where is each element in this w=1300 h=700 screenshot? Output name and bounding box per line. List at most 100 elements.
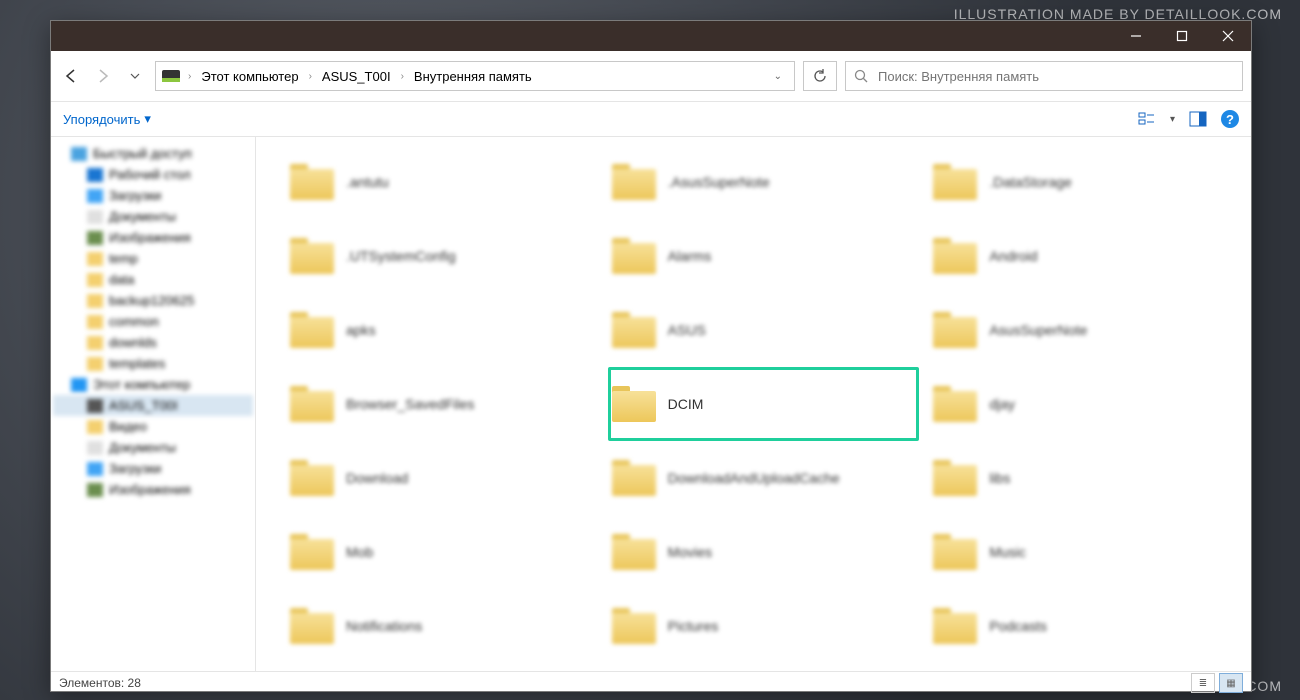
sidebar-item[interactable]: Рабочий стол [53, 164, 253, 185]
status-bar: Элементов: 28 ≣ ▦ [51, 671, 1251, 694]
folder-item[interactable]: DownloadAndUploadCache [608, 441, 920, 515]
sidebar-item[interactable]: Изображения [53, 227, 253, 248]
folder-item[interactable]: AsusSuperNote [929, 293, 1241, 367]
folder-item[interactable]: apks [286, 293, 598, 367]
minimize-button[interactable] [1113, 21, 1159, 51]
chevron-down-icon[interactable]: ▾ [1170, 114, 1175, 125]
refresh-button[interactable] [803, 61, 837, 91]
sidebar-item[interactable]: Видео [53, 416, 253, 437]
details-view-button[interactable]: ≣ [1191, 673, 1215, 693]
forward-button[interactable] [91, 64, 115, 88]
folder-item[interactable]: Android [929, 219, 1241, 293]
fold-icon [87, 420, 103, 434]
sidebar-item-label: Загрузки [109, 188, 161, 203]
sidebar-item[interactable]: Документы [53, 437, 253, 458]
device-icon [162, 70, 180, 82]
sidebar-item[interactable]: Документы [53, 206, 253, 227]
address-bar[interactable]: › Этот компьютер › ASUS_T00I › Внутрення… [155, 61, 795, 91]
folder-item[interactable]: Pictures [608, 589, 920, 663]
folder-label: Notifications [346, 618, 422, 634]
folder-item[interactable]: .DataStorage [929, 145, 1241, 219]
folder-label: apks [346, 322, 376, 338]
recent-dropdown[interactable] [123, 64, 147, 88]
sidebar-item[interactable]: ASUS_T00I [53, 395, 253, 416]
folder-item[interactable]: Alarms [608, 219, 920, 293]
img-icon [87, 231, 103, 245]
sidebar-item[interactable]: Изображения [53, 479, 253, 500]
navigation-sidebar[interactable]: Быстрый доступ Рабочий стол Загрузки Докуме… [51, 137, 256, 671]
sidebar-item[interactable]: Этот компьютер [53, 374, 253, 395]
folder-label: ASUS [668, 322, 706, 338]
sidebar-item[interactable]: Загрузки [53, 185, 253, 206]
folder-label: libs [989, 470, 1010, 486]
folder-item[interactable]: djay [929, 367, 1241, 441]
view-options-button[interactable] [1138, 110, 1156, 128]
sidebar-item-label: Документы [109, 440, 176, 455]
folder-item[interactable]: Ringtones [286, 663, 598, 671]
folder-item[interactable]: .antutu [286, 145, 598, 219]
breadcrumb-computer[interactable]: Этот компьютер [197, 67, 302, 86]
search-input[interactable] [876, 68, 1234, 85]
folder-item[interactable]: Movies [608, 515, 920, 589]
sidebar-item[interactable]: temp [53, 248, 253, 269]
folder-item[interactable]: Screenshots [608, 663, 920, 671]
back-button[interactable] [59, 64, 83, 88]
folder-content-area[interactable]: .antutu .AsusSuperNote .DataStorage .UTSyst… [256, 137, 1251, 671]
search-box[interactable] [845, 61, 1243, 91]
close-button[interactable] [1205, 21, 1251, 51]
folder-item[interactable]: Mob [286, 515, 598, 589]
folder-icon [612, 312, 656, 348]
folder-label: .antutu [346, 174, 389, 190]
address-dropdown[interactable]: ⌄ [768, 71, 788, 82]
folder-icon [612, 460, 656, 496]
folder-icon [612, 164, 656, 200]
folder-icon [933, 312, 977, 348]
folder-item[interactable]: Download [286, 441, 598, 515]
folder-item[interactable]: ASUS [608, 293, 920, 367]
organize-button[interactable]: Упорядочить ▾ [63, 111, 151, 127]
sidebar-item[interactable]: templates [53, 353, 253, 374]
folder-item[interactable]: .AsusSuperNote [608, 145, 920, 219]
folder-icon [290, 164, 334, 200]
sidebar-item-label: Этот компьютер [93, 377, 190, 392]
sidebar-item[interactable]: backup120625 [53, 290, 253, 311]
help-button[interactable]: ? [1221, 110, 1239, 128]
doc-icon [87, 441, 103, 455]
fold-icon [87, 294, 103, 308]
folder-item[interactable]: Notifications [286, 589, 598, 663]
sidebar-item[interactable]: data [53, 269, 253, 290]
preview-pane-button[interactable] [1189, 110, 1207, 128]
sidebar-item[interactable]: Загрузки [53, 458, 253, 479]
folder-item[interactable]: Podcasts [929, 589, 1241, 663]
breadcrumb-storage[interactable]: Внутренняя память [410, 67, 536, 86]
icons-view-button[interactable]: ▦ [1219, 673, 1243, 693]
explorer-window: › Этот компьютер › ASUS_T00I › Внутрення… [50, 20, 1252, 692]
folder-item[interactable]: SpotifyCache [929, 663, 1241, 671]
sidebar-item-label: templates [109, 356, 165, 371]
sidebar-item[interactable]: Быстрый доступ [53, 143, 253, 164]
folder-item[interactable]: Music [929, 515, 1241, 589]
sidebar-item-label: temp [109, 251, 138, 266]
folder-icon [933, 386, 977, 422]
sidebar-item-label: Загрузки [109, 461, 161, 476]
folder-icon [933, 534, 977, 570]
sidebar-item[interactable]: downlds [53, 332, 253, 353]
fold-icon [87, 252, 103, 266]
folder-label: .DataStorage [989, 174, 1072, 190]
folder-icon [933, 608, 977, 644]
folder-item[interactable]: DCIM [608, 367, 920, 441]
folder-label: DCIM [668, 396, 704, 412]
folder-item[interactable]: libs [929, 441, 1241, 515]
folder-item[interactable]: Browser_SavedFiles [286, 367, 598, 441]
folder-label: DownloadAndUploadCache [668, 470, 840, 486]
folder-label: Android [989, 248, 1037, 264]
sidebar-item[interactable]: common [53, 311, 253, 332]
folder-item[interactable]: .UTSystemConfig [286, 219, 598, 293]
folder-icon [290, 460, 334, 496]
sidebar-item-label: Рабочий стол [109, 167, 191, 182]
maximize-button[interactable] [1159, 21, 1205, 51]
doc-icon [87, 210, 103, 224]
sidebar-item-label: Документы [109, 209, 176, 224]
breadcrumb-device[interactable]: ASUS_T00I [318, 67, 395, 86]
folder-label: Download [346, 470, 408, 486]
